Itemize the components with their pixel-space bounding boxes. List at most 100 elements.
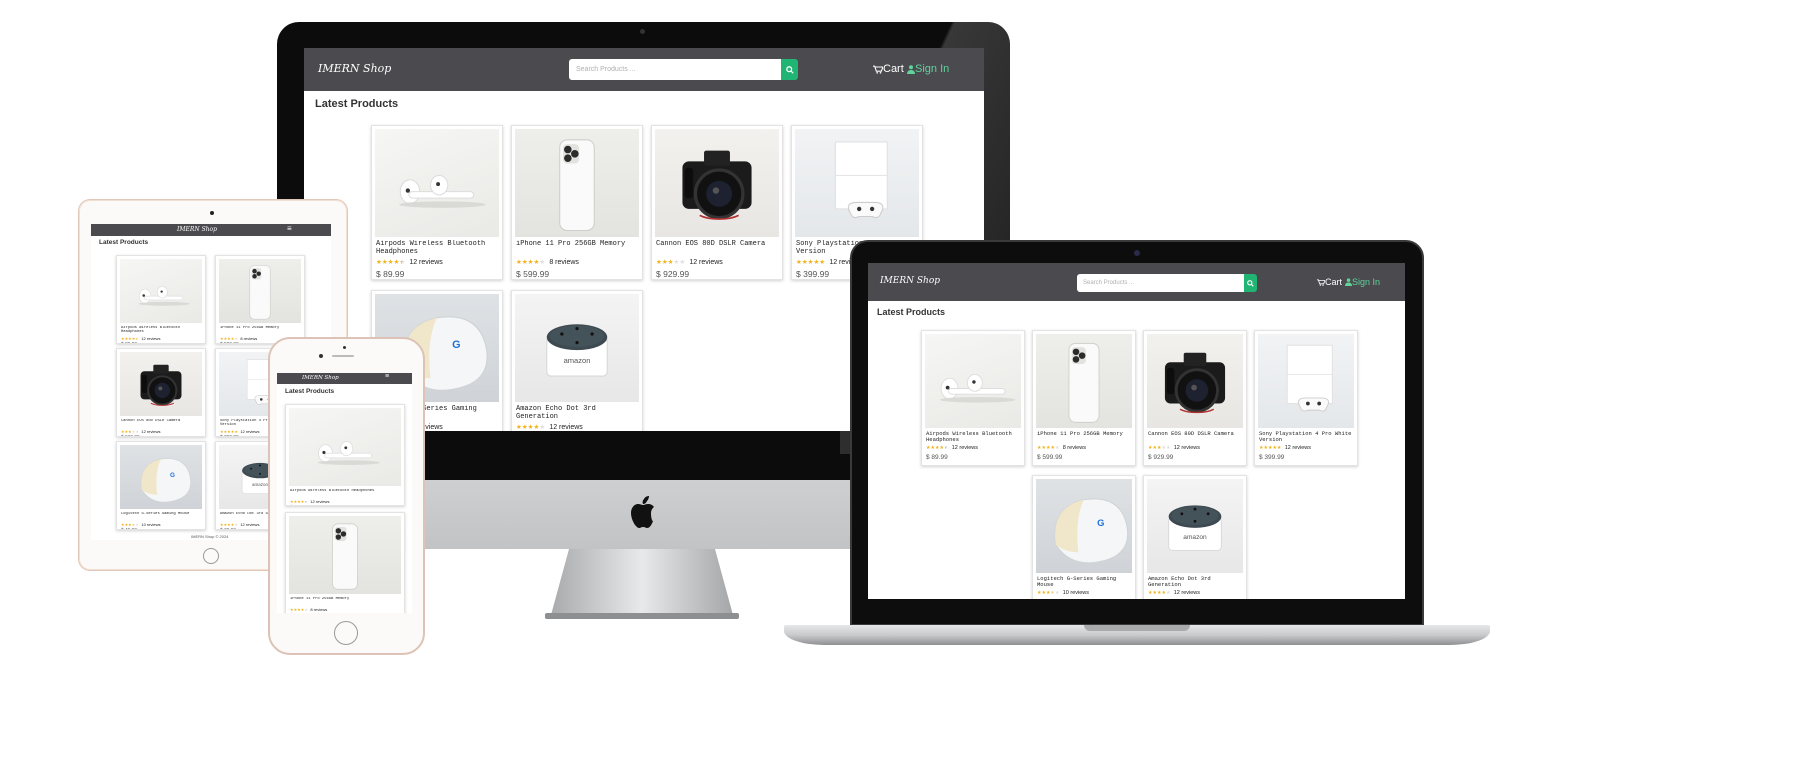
product-card[interactable]: iPhone 11 Pro 256GB Memory ★★★★★ 8 reviews… <box>511 125 643 280</box>
phone-speaker <box>332 355 354 357</box>
product-name[interactable]: Logitech G-Series Gaming Mouse <box>1037 576 1132 589</box>
product-name[interactable]: Logitech G-Series Gaming Mouse <box>121 512 202 516</box>
phone-camera <box>319 354 323 358</box>
product-price: $ 89.99 <box>376 268 405 279</box>
laptop-signin-link[interactable]: Sign In <box>1345 277 1380 287</box>
laptop-screen: IMERN Shop Search Products ... Cart Sign… <box>868 263 1405 599</box>
laptop-cart-link[interactable]: Cart <box>1317 277 1342 287</box>
tablet-logo[interactable]: IMERN Shop <box>177 226 217 233</box>
svg-text:amazon: amazon <box>564 356 591 365</box>
product-name[interactable]: Amazon Echo Dot 3rd Generation <box>1148 576 1243 589</box>
product-price: $ 399.99 <box>220 435 239 436</box>
product-card[interactable]: amazon Amazon Echo Dot 3rd Generation ★★★★… <box>511 290 643 431</box>
tablet-home-button <box>203 548 219 564</box>
product-name[interactable]: Airpods Wireless Bluetooth Headphones <box>376 240 499 256</box>
star-rating-icon: ★★★★★ <box>220 335 238 341</box>
product-card[interactable]: Cannon EOS 80D DSLR Camera ★★★★★ 12 review… <box>651 125 783 280</box>
product-rating: ★★★★★ 12 reviews <box>376 258 443 267</box>
star-rating-icon: ★★★★★ <box>220 521 238 527</box>
product-card[interactable]: amazon Amazon Echo Dot 3rd Generation ★★★★… <box>1143 475 1247 599</box>
phone-navbar: IMERN Shop ≡ <box>277 373 412 384</box>
review-count: 12 reviews <box>1284 445 1312 452</box>
product-name[interactable]: Airpods Wireless Bluetooth Headphones <box>926 431 1021 444</box>
star-rating-icon: ★★★★★ <box>516 259 546 267</box>
product-name[interactable]: Amazon Echo Dot 3rd Generation <box>516 405 639 421</box>
star-rating-icon: ★★★★★ <box>290 606 308 612</box>
star-rating-icon: ★★★★★ <box>1037 590 1060 597</box>
laptop-notch <box>1084 625 1190 631</box>
product-name[interactable]: Cannon EOS 80D DSLR Camera <box>1148 431 1243 437</box>
airpods-product-image[interactable] <box>289 408 401 486</box>
product-card[interactable]: Airpods Wireless Bluetooth Headphones ★★★… <box>285 404 405 506</box>
product-price: $ 599.99 <box>1037 453 1063 461</box>
shop-logo[interactable]: IMERN Shop <box>318 62 391 75</box>
iphone-product-image[interactable] <box>515 129 639 237</box>
search-button[interactable] <box>781 59 798 80</box>
laptop-search-button[interactable] <box>1244 274 1257 292</box>
product-card[interactable]: Airpods Wireless Bluetooth Headphones ★★★… <box>371 125 503 280</box>
iphone-product-image[interactable] <box>1036 334 1132 428</box>
product-name[interactable]: Airpods Wireless Bluetooth Headphones <box>290 489 401 493</box>
review-count: 12 reviews <box>409 258 443 266</box>
hamburger-menu-icon[interactable]: ≡ <box>287 224 292 233</box>
echo-product-image[interactable]: amazon <box>1147 479 1243 573</box>
airpods-product-image[interactable] <box>925 334 1021 428</box>
product-card[interactable]: iPhone 11 Pro 256GB Memory ★★★★★ 8 reviews… <box>1032 330 1136 466</box>
phone-logo[interactable]: IMERN Shop <box>302 375 339 381</box>
product-card[interactable]: G Logitech G-Series Gaming Mouse★★★★★10 r… <box>1032 475 1136 599</box>
phone-home-button <box>334 621 358 645</box>
review-count: 12 reviews <box>141 335 161 341</box>
airpods-product-image[interactable] <box>120 259 202 323</box>
laptop-navbar: IMERN Shop Search Products ... Cart Sign… <box>868 263 1405 301</box>
product-name[interactable]: Cannon EOS 80D DSLR Camera <box>656 240 779 248</box>
product-price: $ 49.99 <box>121 528 137 529</box>
star-rating-icon: ★★★★★ <box>121 521 139 527</box>
cart-label: Cart <box>883 63 904 75</box>
product-rating: ★★★★★ 12 reviews <box>1148 445 1200 451</box>
mouse-product-image[interactable]: G <box>120 445 202 509</box>
product-card[interactable]: Cannon EOS 80D DSLR Camera ★★★★★ 12 review… <box>1143 330 1247 466</box>
airpods-product-image[interactable] <box>375 129 499 237</box>
product-name[interactable]: iPhone 11 Pro 256GB Memory <box>220 326 301 330</box>
review-count: 12 reviews <box>240 521 260 527</box>
product-name[interactable]: iPhone 11 Pro 256GB Memory <box>516 240 639 248</box>
review-count: 12 reviews <box>310 498 330 504</box>
product-card[interactable]: Sony Playstation 4 Pro White Version★★★★… <box>1254 330 1358 466</box>
product-name[interactable]: Sony Playstation 4 Pro White Version <box>1259 431 1354 444</box>
svg-text:G: G <box>1097 517 1104 528</box>
product-name[interactable]: Airpods Wireless Bluetooth Headphones <box>121 326 202 335</box>
product-card[interactable]: iPhone 11 Pro 256GB Memory ★★★★★ 8 reviews… <box>215 255 305 344</box>
product-card[interactable]: iPhone 11 Pro 256GB Memory ★★★★★ 8 reviews… <box>285 512 405 613</box>
product-name[interactable]: Cannon EOS 80D DSLR Camera <box>121 419 202 423</box>
product-rating: ★★★★★10 reviews <box>1037 590 1089 596</box>
search-placeholder: Search Products ... <box>576 66 636 73</box>
product-price: $ 89.99 <box>121 342 137 343</box>
product-card[interactable]: Cannon EOS 80D DSLR Camera ★★★★★ 12 review… <box>116 348 206 437</box>
phone-hamburger-menu-icon[interactable]: ≡ <box>385 373 389 380</box>
search-input[interactable]: Search Products ... <box>569 59 781 80</box>
mouse-product-image[interactable]: G <box>1036 479 1132 573</box>
product-card[interactable]: G Logitech G-Series Gaming Mouse ★★★★★10 r… <box>116 441 206 530</box>
laptop-search-input[interactable]: Search Products ... <box>1077 274 1244 292</box>
camera-product-image[interactable] <box>120 352 202 416</box>
product-name[interactable]: iPhone 11 Pro 256GB Memory <box>1037 431 1132 437</box>
laptop-logo[interactable]: IMERN Shop <box>880 276 940 286</box>
iphone-product-image[interactable] <box>289 516 401 594</box>
playstation-product-image[interactable] <box>795 129 919 237</box>
iphone-product-image[interactable] <box>219 259 301 323</box>
product-card[interactable]: Airpods Wireless Bluetooth Headphones ★★★… <box>921 330 1025 466</box>
product-card[interactable]: Airpods Wireless Bluetooth Headphones ★★★… <box>116 255 206 344</box>
product-name[interactable]: iPhone 11 Pro 256GB Memory <box>290 597 401 601</box>
cart-link[interactable]: Cart <box>873 63 904 75</box>
camera-product-image[interactable] <box>655 129 779 237</box>
review-count: 10 reviews <box>141 521 161 527</box>
product-rating: ★★★★★ 8 reviews <box>290 607 327 612</box>
latest-products-heading: Latest Products <box>315 98 399 110</box>
camera-product-image[interactable] <box>1147 334 1243 428</box>
playstation-product-image[interactable] <box>1258 334 1354 428</box>
signin-link[interactable]: Sign In <box>907 63 949 75</box>
tablet-navbar: IMERN Shop ≡ <box>91 224 331 236</box>
echo-product-image[interactable]: amazon <box>515 294 639 402</box>
star-rating-icon: ★★★★★ <box>376 259 406 267</box>
star-rating-icon: ★★★★★ <box>121 335 139 341</box>
